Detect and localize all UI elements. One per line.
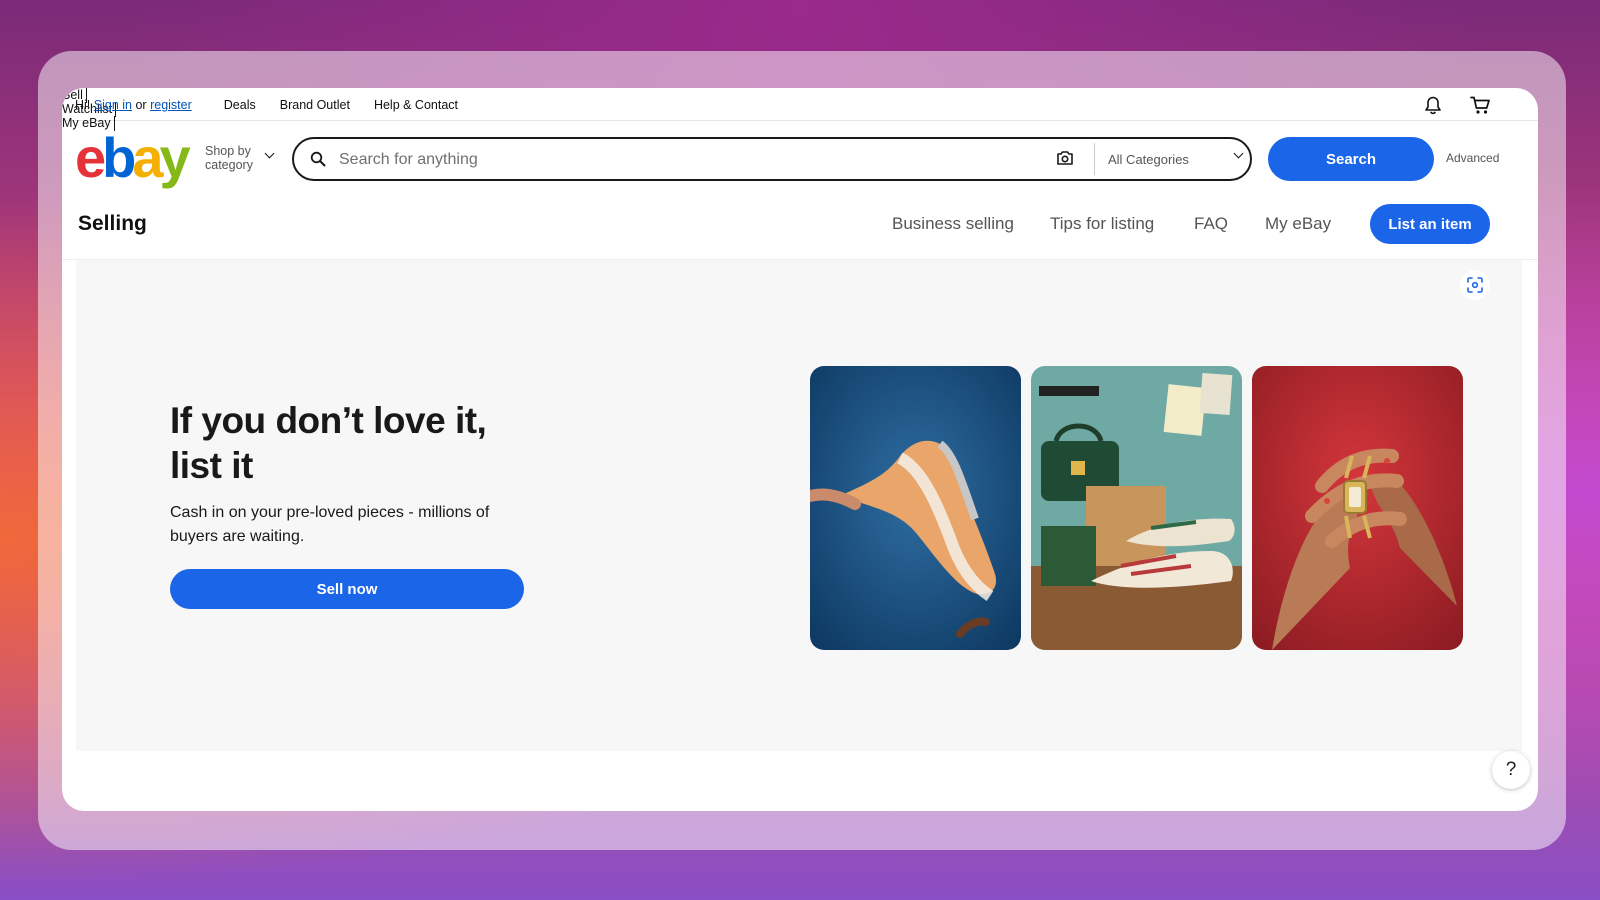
greeting-text: Hi! xyxy=(75,98,91,112)
search-input[interactable]: Search for anything xyxy=(339,151,478,169)
top-utility-bar: Hi! Sign in or register Deals Brand Outl… xyxy=(62,88,1538,131)
visual-search-icon[interactable] xyxy=(1460,270,1490,300)
category-select[interactable]: All Categories xyxy=(1108,152,1189,167)
cart-icon[interactable] xyxy=(1469,94,1491,116)
browser-page: Hi! Sign in or register Deals Brand Outl… xyxy=(62,88,1538,811)
category-label: category xyxy=(205,158,253,172)
notification-bell-icon[interactable] xyxy=(1422,94,1444,116)
nav-my-ebay[interactable]: My eBay xyxy=(1265,214,1331,234)
watch-hands-image xyxy=(1252,366,1463,650)
hero-heading: If you don’t love it, list it xyxy=(170,398,550,488)
my-ebay-menu[interactable]: My eBay xyxy=(62,116,1538,131)
shop-by-category-button[interactable]: Shop by category xyxy=(205,144,253,172)
hero-subtitle: Cash in on your pre-loved pieces - milli… xyxy=(170,504,490,545)
sneaker-image xyxy=(810,366,1021,650)
sell-now-button[interactable]: Sell now xyxy=(170,569,524,609)
logo-letter-e: e xyxy=(75,126,106,189)
list-an-item-button[interactable]: List an item xyxy=(1370,204,1490,244)
hero-heading-line1: If you don’t love it, xyxy=(170,400,487,441)
hero-banner: If you don’t love it, list it Cash in on… xyxy=(76,260,1522,751)
advanced-search-link[interactable]: Advanced xyxy=(1446,151,1499,165)
help-button[interactable]: ? xyxy=(1492,751,1530,789)
page-title: Selling xyxy=(78,212,147,235)
hero-heading-line2: list it xyxy=(170,445,253,486)
help-contact-link[interactable]: Help & Contact xyxy=(374,98,458,112)
shop-by-label: Shop by xyxy=(205,144,251,158)
logo-letter-y: y xyxy=(159,126,191,189)
search-button[interactable]: Search xyxy=(1268,137,1434,181)
register-link[interactable]: register xyxy=(150,98,192,112)
sign-in-link[interactable]: Sign in xyxy=(94,98,132,112)
search-icon xyxy=(310,151,326,172)
nav-business-selling[interactable]: Business selling xyxy=(892,214,1014,234)
brand-outlet-link[interactable]: Brand Outlet xyxy=(280,98,350,112)
nav-tips-for-listing[interactable]: Tips for listing xyxy=(1050,214,1154,234)
or-text: or xyxy=(135,98,147,112)
logo-letter-b: b xyxy=(102,126,136,189)
deals-link[interactable]: Deals xyxy=(224,98,256,112)
logo-letter-a: a xyxy=(132,126,163,189)
handbag-sneakers-image xyxy=(1031,366,1242,650)
chevron-down-icon xyxy=(264,148,275,159)
search-divider xyxy=(1094,143,1095,175)
camera-icon[interactable] xyxy=(1056,150,1074,171)
ebay-logo[interactable]: ebay xyxy=(75,130,191,186)
chevron-down-icon xyxy=(1233,148,1244,159)
nav-faq[interactable]: FAQ xyxy=(1194,214,1228,234)
search-bar: Search for anything All Categories xyxy=(292,137,1252,181)
